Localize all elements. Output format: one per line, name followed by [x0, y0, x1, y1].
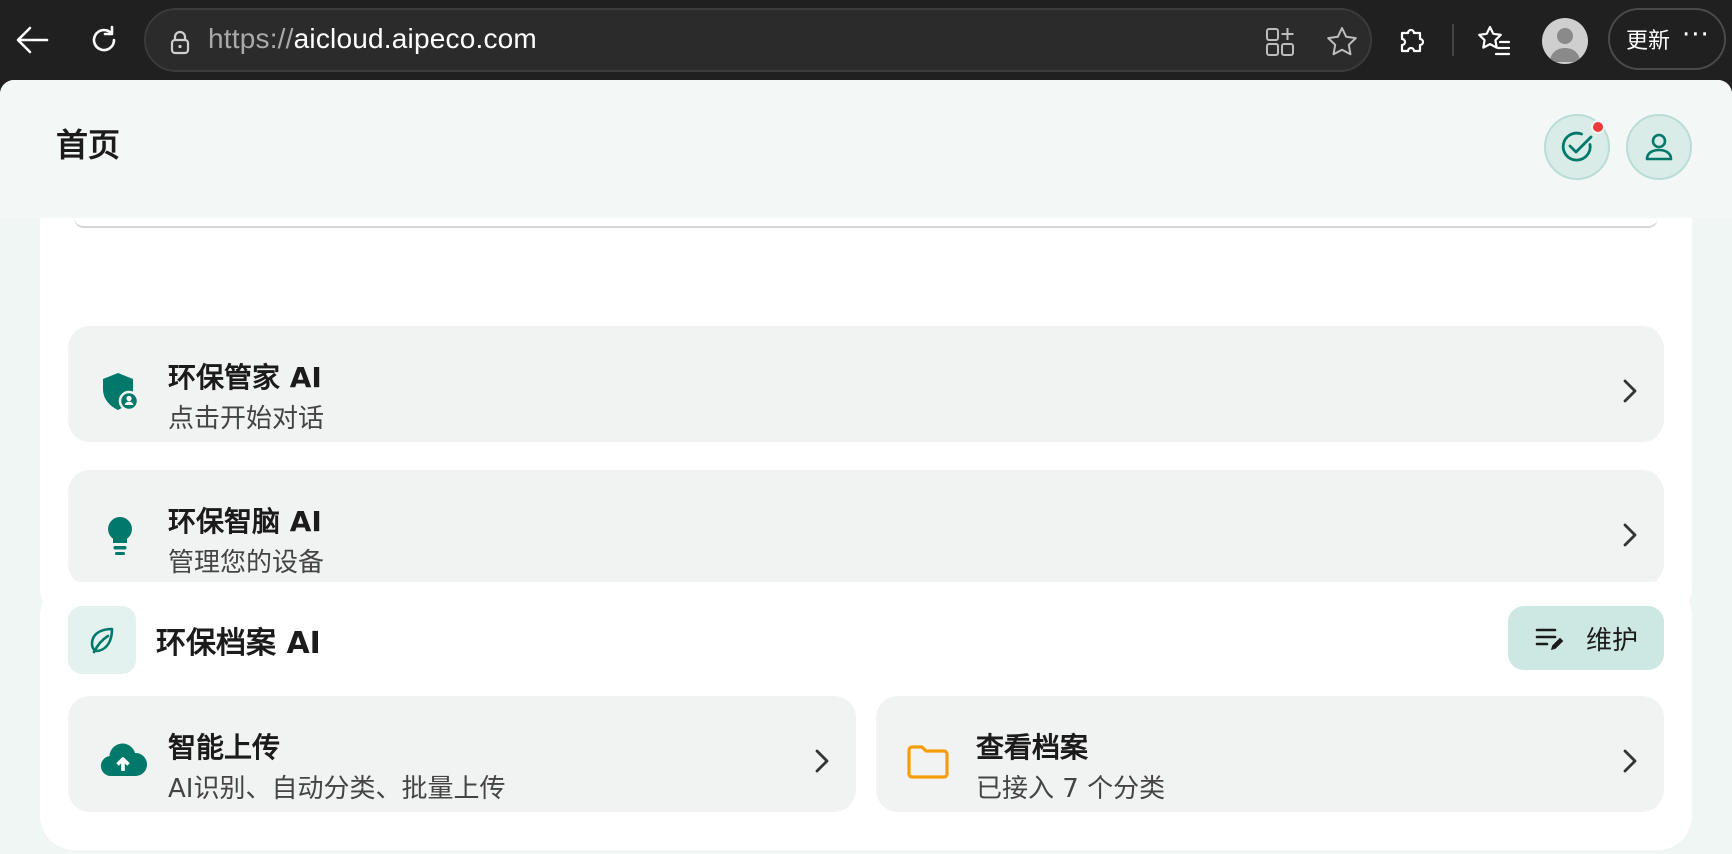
scrolled-input-edge	[74, 218, 1658, 228]
shield-user-icon	[103, 373, 140, 412]
chevron-right-icon	[1623, 379, 1637, 403]
lock-icon[interactable]	[164, 26, 196, 58]
back-button[interactable]	[10, 18, 54, 62]
address-bar[interactable]: https://aicloud.aipeco.com	[144, 8, 1372, 72]
list-item-assistant-steward[interactable]: 环保管家 AI 点击开始对话	[68, 326, 1664, 442]
browser-toolbar: https://aicloud.aipeco.com 更新 ···	[0, 0, 1732, 80]
notification-dot	[1591, 120, 1605, 134]
section-icon	[68, 606, 136, 674]
chevron-right-icon	[1623, 749, 1637, 773]
profile-avatar[interactable]	[1542, 18, 1588, 64]
reload-button[interactable]	[82, 18, 126, 62]
refresh-icon	[92, 25, 116, 52]
leaf-icon	[90, 627, 114, 654]
person-icon	[1550, 28, 1580, 62]
edit-list-icon	[1535, 628, 1564, 650]
page-title: 首页	[56, 126, 121, 164]
user-icon	[1645, 133, 1673, 161]
assistant-card: 环保管家 AI 点击开始对话 环保智脑 AI 管理您的设备	[40, 218, 1692, 622]
app-viewport: 首页 环保管家 AI 点击开始对话 环保智脑 AI 管理您的设备 环保档案 AI	[0, 80, 1732, 854]
lightbulb-icon	[108, 517, 132, 555]
list-item-smart-upload[interactable]: 智能上传 AI识别、自动分类、批量上传	[68, 696, 856, 812]
chevron-right-icon	[815, 749, 829, 773]
update-button[interactable]: 更新 ···	[1608, 8, 1726, 70]
puzzle-icon	[1400, 28, 1425, 53]
star-icon[interactable]	[1324, 24, 1360, 60]
add-app-icon[interactable]	[1262, 24, 1298, 60]
toolbar-divider	[1452, 24, 1454, 56]
folder-icon	[907, 745, 949, 779]
list-item-assistant-brain[interactable]: 环保智脑 AI 管理您的设备	[68, 470, 1664, 586]
archive-card: 环保档案 AI 维护 智能上传 AI识别、自动分类、批量上传 查看档案 已接入 …	[40, 582, 1692, 850]
extensions-button[interactable]	[1390, 18, 1434, 62]
maintain-button[interactable]: 维护	[1508, 606, 1664, 670]
favorites-icon	[1478, 25, 1511, 56]
app-header: 首页	[0, 80, 1732, 218]
list-item-view-archives[interactable]: 查看档案 已接入 7 个分类	[876, 696, 1664, 812]
cloud-upload-icon	[100, 743, 148, 777]
more-icon[interactable]: ···	[1682, 22, 1710, 48]
url-text[interactable]: https://aicloud.aipeco.com	[208, 23, 537, 55]
user-button[interactable]	[1626, 114, 1692, 180]
section-title: 环保档案 AI	[156, 626, 321, 661]
favorites-button[interactable]	[1472, 18, 1516, 62]
chevron-right-icon	[1623, 523, 1637, 547]
arrow-left-icon	[16, 26, 49, 54]
check-circle-icon	[1561, 131, 1593, 162]
